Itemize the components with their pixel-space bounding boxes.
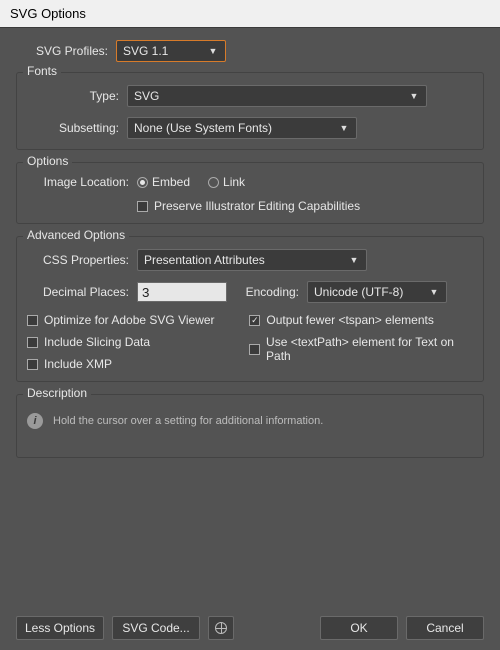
- cancel-button[interactable]: Cancel: [406, 616, 484, 640]
- chevron-down-icon: ▼: [348, 254, 360, 266]
- svg-profiles-value: SVG 1.1: [123, 44, 168, 58]
- font-type-select[interactable]: SVG ▼: [127, 85, 427, 107]
- textpath-checkbox[interactable]: [249, 344, 260, 355]
- slicing-checkbox[interactable]: [27, 337, 38, 348]
- window-title: SVG Options: [0, 0, 500, 28]
- chevron-down-icon: ▼: [338, 122, 350, 134]
- link-label: Link: [223, 175, 245, 189]
- optimize-checkbox[interactable]: [27, 315, 38, 326]
- ok-button[interactable]: OK: [320, 616, 398, 640]
- subsetting-value: None (Use System Fonts): [134, 121, 272, 135]
- css-props-select[interactable]: Presentation Attributes ▼: [137, 249, 367, 271]
- description-title: Description: [23, 386, 91, 400]
- font-type-label: Type:: [27, 89, 127, 103]
- preview-web-button[interactable]: [208, 616, 234, 640]
- optimize-label: Optimize for Adobe SVG Viewer: [44, 313, 215, 327]
- encoding-select[interactable]: Unicode (UTF-8) ▼: [307, 281, 447, 303]
- svg-profiles-label: SVG Profiles:: [16, 44, 116, 58]
- output-fewer-label: Output fewer <tspan> elements: [266, 313, 433, 327]
- options-group: Options Image Location: Embed Link Prese…: [16, 162, 484, 224]
- advanced-group: Advanced Options CSS Properties: Present…: [16, 236, 484, 382]
- advanced-title: Advanced Options: [23, 228, 129, 242]
- subsetting-label: Subsetting:: [27, 121, 127, 135]
- info-icon: i: [27, 413, 43, 429]
- footer: Less Options SVG Code... OK Cancel: [0, 616, 500, 640]
- less-options-button[interactable]: Less Options: [16, 616, 104, 640]
- options-title: Options: [23, 154, 72, 168]
- svg-profiles-select[interactable]: SVG 1.1 ▼: [116, 40, 226, 62]
- description-group: Description i Hold the cursor over a set…: [16, 394, 484, 458]
- textpath-label: Use <textPath> element for Text on Path: [266, 335, 473, 363]
- description-hint: Hold the cursor over a setting for addit…: [53, 415, 323, 427]
- fonts-title: Fonts: [23, 64, 61, 78]
- fonts-group: Fonts Type: SVG ▼ Subsetting: None (Use …: [16, 72, 484, 150]
- embed-radio[interactable]: [137, 177, 148, 188]
- embed-label: Embed: [152, 175, 190, 189]
- decimal-label: Decimal Places:: [27, 285, 137, 299]
- chevron-down-icon: ▼: [428, 286, 440, 298]
- subsetting-select[interactable]: None (Use System Fonts) ▼: [127, 117, 357, 139]
- encoding-value: Unicode (UTF-8): [314, 285, 403, 299]
- output-fewer-checkbox[interactable]: [249, 315, 260, 326]
- xmp-checkbox[interactable]: [27, 359, 38, 370]
- css-props-value: Presentation Attributes: [144, 253, 265, 267]
- preserve-checkbox[interactable]: [137, 201, 148, 212]
- chevron-down-icon: ▼: [408, 90, 420, 102]
- globe-icon: [215, 622, 227, 634]
- xmp-label: Include XMP: [44, 357, 112, 371]
- font-type-value: SVG: [134, 89, 159, 103]
- link-radio[interactable]: [208, 177, 219, 188]
- decimal-input[interactable]: [137, 282, 227, 302]
- css-props-label: CSS Properties:: [27, 253, 137, 267]
- encoding-label: Encoding:: [237, 285, 307, 299]
- chevron-down-icon: ▼: [207, 45, 219, 57]
- image-location-label: Image Location:: [27, 175, 137, 189]
- svg-code-button[interactable]: SVG Code...: [112, 616, 200, 640]
- preserve-label: Preserve Illustrator Editing Capabilitie…: [154, 199, 360, 213]
- slicing-label: Include Slicing Data: [44, 335, 150, 349]
